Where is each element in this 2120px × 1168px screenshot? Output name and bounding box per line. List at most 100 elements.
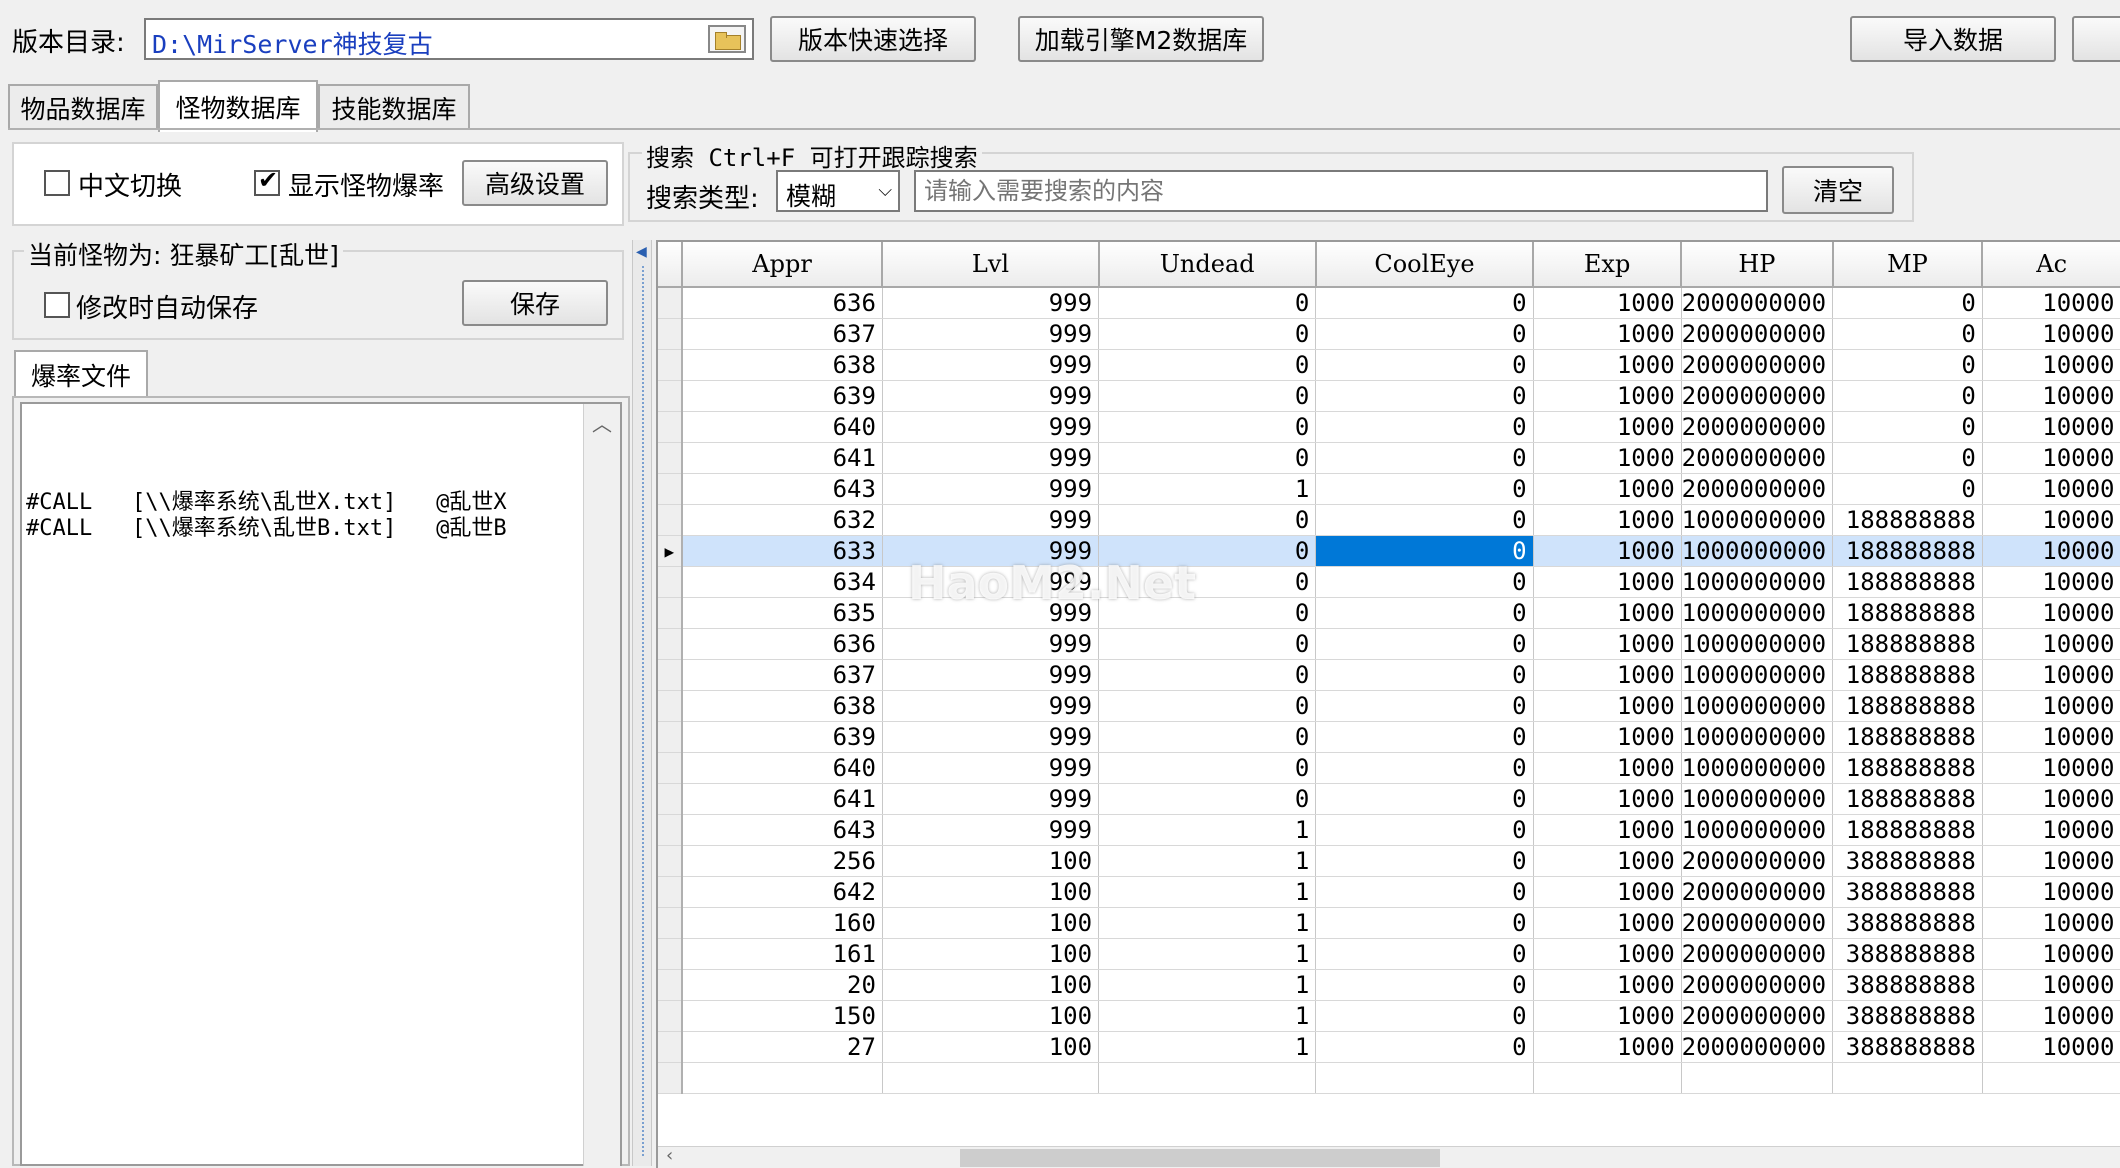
cell-appr[interactable]: 639	[681, 721, 883, 753]
cell-hp[interactable]: 2000000000	[1681, 411, 1834, 443]
cell-mp[interactable]: 188888888	[1832, 535, 1983, 567]
cell-hp[interactable]: 2000000000	[1681, 318, 1834, 350]
cell-ac[interactable]: 10000	[1982, 1000, 2120, 1032]
row-indicator[interactable]	[658, 876, 683, 908]
cell-appr[interactable]: 635	[681, 597, 883, 629]
cell-undead[interactable]: 0	[1098, 721, 1317, 753]
row-indicator[interactable]: ▶	[658, 535, 683, 567]
cell-appr[interactable]: 639	[681, 380, 883, 412]
cell-undead[interactable]: 1	[1098, 1000, 1317, 1032]
cell-mp[interactable]: 0	[1832, 287, 1983, 319]
cell-mp[interactable]: 0	[1832, 411, 1983, 443]
row-indicator[interactable]	[658, 628, 683, 660]
load-engine-button[interactable]: 加载引擎M2数据库	[1018, 16, 1264, 62]
cell-appr[interactable]: 633	[681, 535, 883, 567]
cell-hp[interactable]: 2000000000	[1681, 969, 1834, 1001]
cell-lvl[interactable]: 100	[882, 1031, 1100, 1063]
cell-exp[interactable]: 1000	[1533, 473, 1682, 505]
cell-mp[interactable]: 188888888	[1832, 566, 1983, 598]
cell-appr[interactable]: 642	[681, 876, 883, 908]
cell-hp[interactable]: 1000000000	[1681, 597, 1834, 629]
cell-hp[interactable]: 2000000000	[1681, 1031, 1834, 1063]
cell-mp[interactable]: 0	[1832, 442, 1983, 474]
cell-exp[interactable]: 1000	[1533, 597, 1682, 629]
cell-ac[interactable]: 10000	[1982, 380, 2120, 412]
collapse-left-icon[interactable]: ◀	[636, 244, 647, 260]
column-header-mp[interactable]: MP	[1832, 242, 1984, 288]
cell-exp[interactable]: 1000	[1533, 876, 1682, 908]
cell-cooleye[interactable]: 0	[1315, 318, 1534, 350]
table-row[interactable]: 639 999 0 0 1000 1000000000 188888888 10000	[658, 721, 2120, 753]
row-indicator[interactable]	[658, 938, 683, 970]
column-header-cooleye[interactable]: CoolEye	[1315, 242, 1535, 288]
cell-appr[interactable]: 637	[681, 318, 883, 350]
advanced-settings-button[interactable]: 高级设置	[462, 160, 608, 206]
cell-exp[interactable]: 1000	[1533, 1031, 1682, 1063]
horizontal-scrollbar[interactable]: ‹	[658, 1145, 2120, 1168]
cell-appr[interactable]: 643	[681, 814, 883, 846]
cell-cooleye[interactable]: 0	[1315, 969, 1534, 1001]
row-indicator[interactable]	[658, 1000, 683, 1032]
folder-browse-icon[interactable]	[708, 25, 746, 53]
cell-appr[interactable]: 636	[681, 287, 883, 319]
cell-mp[interactable]: 188888888	[1832, 690, 1983, 722]
tab-items[interactable]: 物品数据库	[8, 84, 158, 130]
cell-lvl[interactable]: 999	[882, 349, 1100, 381]
cell-cooleye[interactable]: 0	[1315, 938, 1534, 970]
cell-cooleye[interactable]: 0	[1315, 690, 1534, 722]
drop-file-editor[interactable]: #CALL [\\爆率系统\乱世X.txt] @乱世X #CALL [\\爆率系…	[20, 402, 622, 1166]
cell-ac[interactable]: 10000	[1982, 349, 2120, 381]
cell-hp[interactable]: 1000000000	[1681, 690, 1834, 722]
cell-cooleye[interactable]: 0	[1315, 659, 1534, 691]
cell-lvl[interactable]: 999	[882, 287, 1100, 319]
cell-mp[interactable]: 0	[1832, 380, 1983, 412]
cell-lvl[interactable]: 999	[882, 411, 1100, 443]
cell-lvl[interactable]: 999	[882, 814, 1100, 846]
cell-hp[interactable]: 2000000000	[1681, 349, 1834, 381]
cell-mp[interactable]: 388888888	[1832, 938, 1983, 970]
cell-lvl[interactable]: 999	[882, 442, 1100, 474]
table-row[interactable]: 641 999 0 0 1000 1000000000 188888888 10000	[658, 783, 2120, 815]
cell-ac[interactable]: 10000	[1982, 659, 2120, 691]
column-header-appr[interactable]: Appr	[681, 242, 884, 288]
cell-appr[interactable]: 256	[681, 845, 883, 877]
column-header-undead[interactable]: Undead	[1098, 242, 1317, 288]
table-row[interactable]: 638 999 0 0 1000 1000000000 188888888 10000	[658, 690, 2120, 722]
cell-ac[interactable]: 10000	[1982, 969, 2120, 1001]
cell-exp[interactable]: 1000	[1533, 318, 1682, 350]
cell-cooleye[interactable]: 0	[1315, 380, 1534, 412]
tab-monsters[interactable]: 怪物数据库	[158, 80, 318, 132]
cell-cooleye[interactable]: 0	[1315, 752, 1534, 784]
column-header-lvl[interactable]: Lvl	[882, 242, 1100, 288]
cell-cooleye[interactable]: 0	[1315, 721, 1534, 753]
cell-undead[interactable]: 0	[1098, 504, 1317, 536]
cell-lvl[interactable]: 999	[882, 783, 1100, 815]
cell-hp[interactable]: 1000000000	[1681, 504, 1834, 536]
cell-cooleye[interactable]: 0	[1315, 628, 1534, 660]
cell-cooleye[interactable]: 0	[1315, 783, 1534, 815]
table-row[interactable]: 256 100 1 0 1000 2000000000 388888888 10000	[658, 845, 2120, 877]
cell-hp[interactable]: 2000000000	[1681, 1000, 1834, 1032]
cell-undead[interactable]: 1	[1098, 845, 1317, 877]
cell-undead[interactable]: 0	[1098, 411, 1317, 443]
cell-ac[interactable]: 10000	[1982, 535, 2120, 567]
cell-exp[interactable]: 1000	[1533, 783, 1682, 815]
cell-ac[interactable]: 10000	[1982, 752, 2120, 784]
row-indicator[interactable]	[658, 380, 683, 412]
cell-cooleye[interactable]: 0	[1315, 411, 1534, 443]
row-indicator[interactable]	[658, 690, 683, 722]
cell-exp[interactable]: 1000	[1533, 659, 1682, 691]
table-row[interactable]: 636 999 0 0 1000 1000000000 188888888 10000	[658, 628, 2120, 660]
cell-ac[interactable]: 10000	[1982, 318, 2120, 350]
cell-appr[interactable]: 640	[681, 752, 883, 784]
tab-skills[interactable]: 技能数据库	[318, 84, 470, 130]
table-row[interactable]: 150 100 1 0 1000 2000000000 388888888 10000	[658, 1000, 2120, 1032]
cell-ac[interactable]: 10000	[1982, 1031, 2120, 1063]
cell-lvl[interactable]: 999	[882, 504, 1100, 536]
cell-exp[interactable]: 1000	[1533, 349, 1682, 381]
scroll-thumb[interactable]	[960, 1149, 1440, 1167]
cell-exp[interactable]: 1000	[1533, 814, 1682, 846]
cell-cooleye[interactable]: 0	[1315, 473, 1534, 505]
cell-hp[interactable]: 2000000000	[1681, 938, 1834, 970]
monster-grid[interactable]: Appr Lvl Undead CoolEye Exp HP MP Ac 636 999 0 0 10…	[656, 240, 2120, 1168]
